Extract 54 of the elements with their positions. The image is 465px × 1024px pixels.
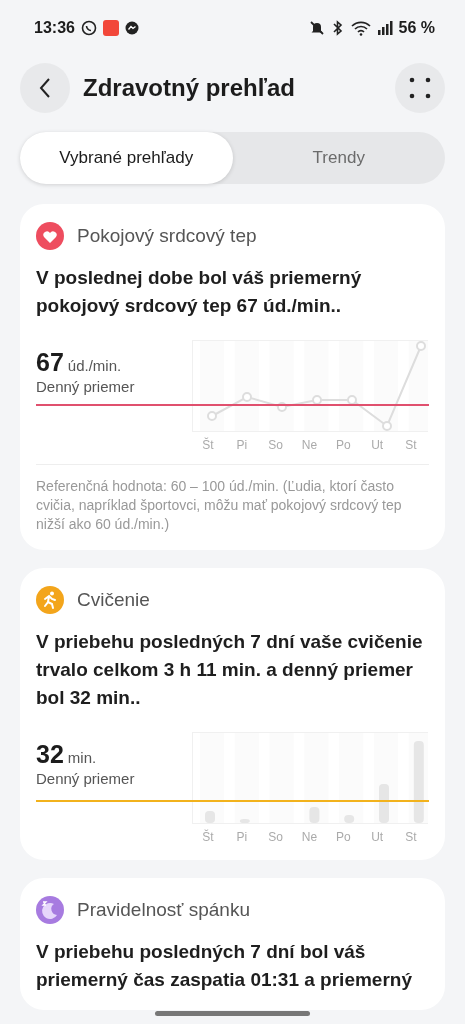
status-time: 13:36: [34, 19, 75, 37]
day-label: So: [267, 438, 284, 452]
signal-icon: [376, 20, 393, 36]
day-label: Ne: [300, 830, 319, 844]
moon-icon: [36, 896, 64, 924]
value-unit: úd./min.: [67, 357, 122, 374]
bluetooth-icon: [330, 20, 345, 36]
day-label: Št: [201, 438, 215, 452]
data-point: [347, 395, 357, 405]
bar: [344, 815, 355, 823]
page-title: Zdravotný prehľad: [83, 74, 296, 102]
data-point: [312, 395, 322, 405]
bar: [309, 807, 320, 823]
day-label: Po: [334, 438, 352, 452]
back-button[interactable]: [20, 63, 70, 113]
card-title: Cvičenie: [77, 589, 150, 611]
summary-text: V priebehu posledných 7 dní bol váš priemerný čas zaspatia 01:31 a priemerný: [36, 940, 413, 992]
data-point: [242, 392, 252, 402]
summary-text: V priebehu posledných 7 dní vaše cvičenie trvalo celkom 3 h 11 min. a denný priemer bol 32 min..: [36, 630, 424, 710]
tab[interactable]: Trendy: [232, 132, 445, 184]
dots-icon: [409, 77, 431, 99]
bell-muted-icon: [308, 20, 325, 36]
tab[interactable]: Vybrané prehľady: [20, 132, 233, 184]
more-button[interactable]: [395, 63, 445, 113]
battery-level: 56 %: [398, 19, 435, 37]
messenger-icon: [124, 21, 139, 35]
data-point: [416, 341, 426, 351]
value-unit: min.: [67, 749, 97, 766]
day-label: Pi: [235, 438, 249, 452]
day-label: St: [404, 438, 418, 452]
card-title: Pravidelnosť spánku: [77, 899, 250, 921]
day-label: Ne: [300, 438, 319, 452]
day-label: Pi: [235, 830, 249, 844]
running-icon: [36, 586, 64, 614]
average-caption: Denný priemer: [36, 770, 135, 787]
bar: [379, 784, 389, 823]
bar: [205, 811, 215, 823]
day-label: St: [404, 830, 418, 844]
app-notification-icon: [102, 20, 119, 36]
day-label: Po: [334, 830, 352, 844]
average-value: 32: [36, 740, 64, 768]
wifi-icon: [350, 20, 371, 36]
data-point: [207, 411, 217, 421]
day-label: Ut: [370, 830, 385, 844]
data-point: [382, 421, 392, 431]
back-icon: [38, 77, 52, 99]
average-value: 67: [36, 348, 64, 376]
summary-text: V poslednej dobe bol váš priemerný pokojový srdcový tep 67 úd./min..: [36, 266, 363, 318]
reference-note: Referenčná hodnota: 60 – 100 úd./min. (Ľudia, ktorí často cvičia, napríklad športovci, môžu mať pokojový srdcový tep nižší ako 60 úd./min.): [36, 464, 429, 534]
day-label: So: [267, 830, 284, 844]
card-title: Pokojový srdcový tep: [77, 225, 257, 247]
day-label: Št: [201, 830, 215, 844]
day-label: Ut: [370, 438, 385, 452]
average-caption: Denný priemer: [36, 378, 135, 395]
